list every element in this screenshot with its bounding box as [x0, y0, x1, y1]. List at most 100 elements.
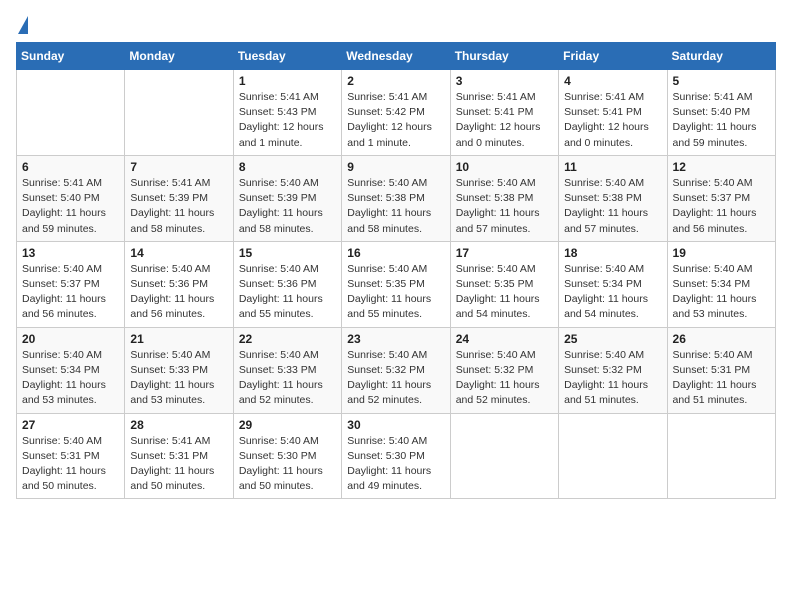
- day-header-friday: Friday: [559, 43, 667, 70]
- calendar-cell: 19Sunrise: 5:40 AM Sunset: 5:34 PM Dayli…: [667, 241, 775, 327]
- calendar-cell: 4 Sunrise: 5:41 AM Sunset: 5:41 PM Daylig…: [559, 70, 667, 156]
- calendar-cell: [125, 70, 233, 156]
- day-detail: Sunrise: 5:40 AM Sunset: 5:39 PM Dayligh…: [239, 176, 336, 237]
- calendar-header-row: SundayMondayTuesdayWednesdayThursdayFrid…: [17, 43, 776, 70]
- calendar-cell: 29Sunrise: 5:40 AM Sunset: 5:30 PM Dayli…: [233, 413, 341, 499]
- day-detail: Sunrise: 5:41 AM Sunset: 5:39 PM Dayligh…: [130, 176, 227, 237]
- calendar-cell: 23Sunrise: 5:40 AM Sunset: 5:32 PM Dayli…: [342, 327, 450, 413]
- day-detail: Sunrise: 5:40 AM Sunset: 5:30 PM Dayligh…: [347, 434, 444, 495]
- day-number: 13: [22, 246, 119, 260]
- calendar-cell: 15Sunrise: 5:40 AM Sunset: 5:36 PM Dayli…: [233, 241, 341, 327]
- day-number: 12: [673, 160, 770, 174]
- calendar-week-row: 1 Sunrise: 5:41 AM Sunset: 5:43 PM Daylig…: [17, 70, 776, 156]
- calendar-cell: 11Sunrise: 5:40 AM Sunset: 5:38 PM Dayli…: [559, 155, 667, 241]
- calendar-cell: 1 Sunrise: 5:41 AM Sunset: 5:43 PM Daylig…: [233, 70, 341, 156]
- calendar-cell: 2 Sunrise: 5:41 AM Sunset: 5:42 PM Daylig…: [342, 70, 450, 156]
- day-header-tuesday: Tuesday: [233, 43, 341, 70]
- calendar-cell: 24 Sunrise: 5:40 AM Sunset: 5:32 PM Dayli…: [450, 327, 558, 413]
- calendar-week-row: 6 Sunrise: 5:41 AM Sunset: 5:40 PM Daylig…: [17, 155, 776, 241]
- logo-triangle-icon: [18, 16, 28, 34]
- calendar-cell: 16 Sunrise: 5:40 AM Sunset: 5:35 PM Dayli…: [342, 241, 450, 327]
- calendar-cell: [450, 413, 558, 499]
- day-detail: Sunrise: 5:41 AM Sunset: 5:41 PM Dayligh…: [456, 90, 553, 151]
- day-detail: Sunrise: 5:40 AM Sunset: 5:33 PM Dayligh…: [130, 348, 227, 409]
- day-detail: Sunrise: 5:40 AM Sunset: 5:37 PM Dayligh…: [673, 176, 770, 237]
- day-number: 5: [673, 74, 770, 88]
- day-number: 20: [22, 332, 119, 346]
- day-detail: Sunrise: 5:40 AM Sunset: 5:31 PM Dayligh…: [22, 434, 119, 495]
- day-number: 11: [564, 160, 661, 174]
- day-detail: Sunrise: 5:40 AM Sunset: 5:35 PM Dayligh…: [347, 262, 444, 323]
- day-detail: Sunrise: 5:40 AM Sunset: 5:30 PM Dayligh…: [239, 434, 336, 495]
- day-number: 15: [239, 246, 336, 260]
- day-number: 8: [239, 160, 336, 174]
- calendar-cell: 8 Sunrise: 5:40 AM Sunset: 5:39 PM Daylig…: [233, 155, 341, 241]
- day-number: 23: [347, 332, 444, 346]
- day-detail: Sunrise: 5:40 AM Sunset: 5:38 PM Dayligh…: [456, 176, 553, 237]
- calendar-cell: 3 Sunrise: 5:41 AM Sunset: 5:41 PM Daylig…: [450, 70, 558, 156]
- day-detail: Sunrise: 5:41 AM Sunset: 5:31 PM Dayligh…: [130, 434, 227, 495]
- day-detail: Sunrise: 5:40 AM Sunset: 5:33 PM Dayligh…: [239, 348, 336, 409]
- calendar-week-row: 20 Sunrise: 5:40 AM Sunset: 5:34 PM Dayli…: [17, 327, 776, 413]
- calendar-cell: [667, 413, 775, 499]
- day-detail: Sunrise: 5:40 AM Sunset: 5:35 PM Dayligh…: [456, 262, 553, 323]
- calendar-cell: 17Sunrise: 5:40 AM Sunset: 5:35 PM Dayli…: [450, 241, 558, 327]
- day-number: 9: [347, 160, 444, 174]
- day-number: 16: [347, 246, 444, 260]
- day-detail: Sunrise: 5:41 AM Sunset: 5:41 PM Dayligh…: [564, 90, 661, 151]
- day-number: 18: [564, 246, 661, 260]
- calendar-cell: 7 Sunrise: 5:41 AM Sunset: 5:39 PM Daylig…: [125, 155, 233, 241]
- day-header-wednesday: Wednesday: [342, 43, 450, 70]
- logo: [16, 16, 28, 30]
- day-detail: Sunrise: 5:41 AM Sunset: 5:42 PM Dayligh…: [347, 90, 444, 151]
- calendar-cell: 13 Sunrise: 5:40 AM Sunset: 5:37 PM Dayli…: [17, 241, 125, 327]
- calendar-cell: [559, 413, 667, 499]
- calendar-cell: 6 Sunrise: 5:41 AM Sunset: 5:40 PM Daylig…: [17, 155, 125, 241]
- day-header-monday: Monday: [125, 43, 233, 70]
- calendar-cell: 28 Sunrise: 5:41 AM Sunset: 5:31 PM Dayli…: [125, 413, 233, 499]
- day-number: 30: [347, 418, 444, 432]
- day-detail: Sunrise: 5:40 AM Sunset: 5:34 PM Dayligh…: [673, 262, 770, 323]
- day-detail: Sunrise: 5:41 AM Sunset: 5:40 PM Dayligh…: [22, 176, 119, 237]
- day-number: 14: [130, 246, 227, 260]
- day-number: 25: [564, 332, 661, 346]
- calendar-cell: 9 Sunrise: 5:40 AM Sunset: 5:38 PM Daylig…: [342, 155, 450, 241]
- day-number: 24: [456, 332, 553, 346]
- day-detail: Sunrise: 5:40 AM Sunset: 5:34 PM Dayligh…: [564, 262, 661, 323]
- day-detail: Sunrise: 5:41 AM Sunset: 5:43 PM Dayligh…: [239, 90, 336, 151]
- day-detail: Sunrise: 5:40 AM Sunset: 5:32 PM Dayligh…: [456, 348, 553, 409]
- day-detail: Sunrise: 5:40 AM Sunset: 5:34 PM Dayligh…: [22, 348, 119, 409]
- day-number: 2: [347, 74, 444, 88]
- day-header-sunday: Sunday: [17, 43, 125, 70]
- day-number: 6: [22, 160, 119, 174]
- calendar-cell: 22 Sunrise: 5:40 AM Sunset: 5:33 PM Dayli…: [233, 327, 341, 413]
- day-number: 26: [673, 332, 770, 346]
- day-header-thursday: Thursday: [450, 43, 558, 70]
- calendar-cell: 14 Sunrise: 5:40 AM Sunset: 5:36 PM Dayli…: [125, 241, 233, 327]
- calendar-cell: 10 Sunrise: 5:40 AM Sunset: 5:38 PM Dayli…: [450, 155, 558, 241]
- page-header: [16, 16, 776, 30]
- day-detail: Sunrise: 5:40 AM Sunset: 5:32 PM Dayligh…: [564, 348, 661, 409]
- day-number: 1: [239, 74, 336, 88]
- day-number: 27: [22, 418, 119, 432]
- calendar-week-row: 13 Sunrise: 5:40 AM Sunset: 5:37 PM Dayli…: [17, 241, 776, 327]
- day-detail: Sunrise: 5:40 AM Sunset: 5:36 PM Dayligh…: [130, 262, 227, 323]
- calendar-table: SundayMondayTuesdayWednesdayThursdayFrid…: [16, 42, 776, 499]
- calendar-week-row: 27 Sunrise: 5:40 AM Sunset: 5:31 PM Dayli…: [17, 413, 776, 499]
- day-detail: Sunrise: 5:40 AM Sunset: 5:38 PM Dayligh…: [347, 176, 444, 237]
- day-number: 22: [239, 332, 336, 346]
- day-number: 10: [456, 160, 553, 174]
- day-number: 4: [564, 74, 661, 88]
- day-detail: Sunrise: 5:40 AM Sunset: 5:37 PM Dayligh…: [22, 262, 119, 323]
- day-number: 7: [130, 160, 227, 174]
- calendar-cell: [17, 70, 125, 156]
- calendar-cell: 27 Sunrise: 5:40 AM Sunset: 5:31 PM Dayli…: [17, 413, 125, 499]
- calendar-cell: 25 Sunrise: 5:40 AM Sunset: 5:32 PM Dayli…: [559, 327, 667, 413]
- day-detail: Sunrise: 5:41 AM Sunset: 5:40 PM Dayligh…: [673, 90, 770, 151]
- calendar-cell: 21 Sunrise: 5:40 AM Sunset: 5:33 PM Dayli…: [125, 327, 233, 413]
- calendar-cell: 5 Sunrise: 5:41 AM Sunset: 5:40 PM Daylig…: [667, 70, 775, 156]
- day-number: 28: [130, 418, 227, 432]
- calendar-cell: 18 Sunrise: 5:40 AM Sunset: 5:34 PM Dayli…: [559, 241, 667, 327]
- day-number: 3: [456, 74, 553, 88]
- day-number: 21: [130, 332, 227, 346]
